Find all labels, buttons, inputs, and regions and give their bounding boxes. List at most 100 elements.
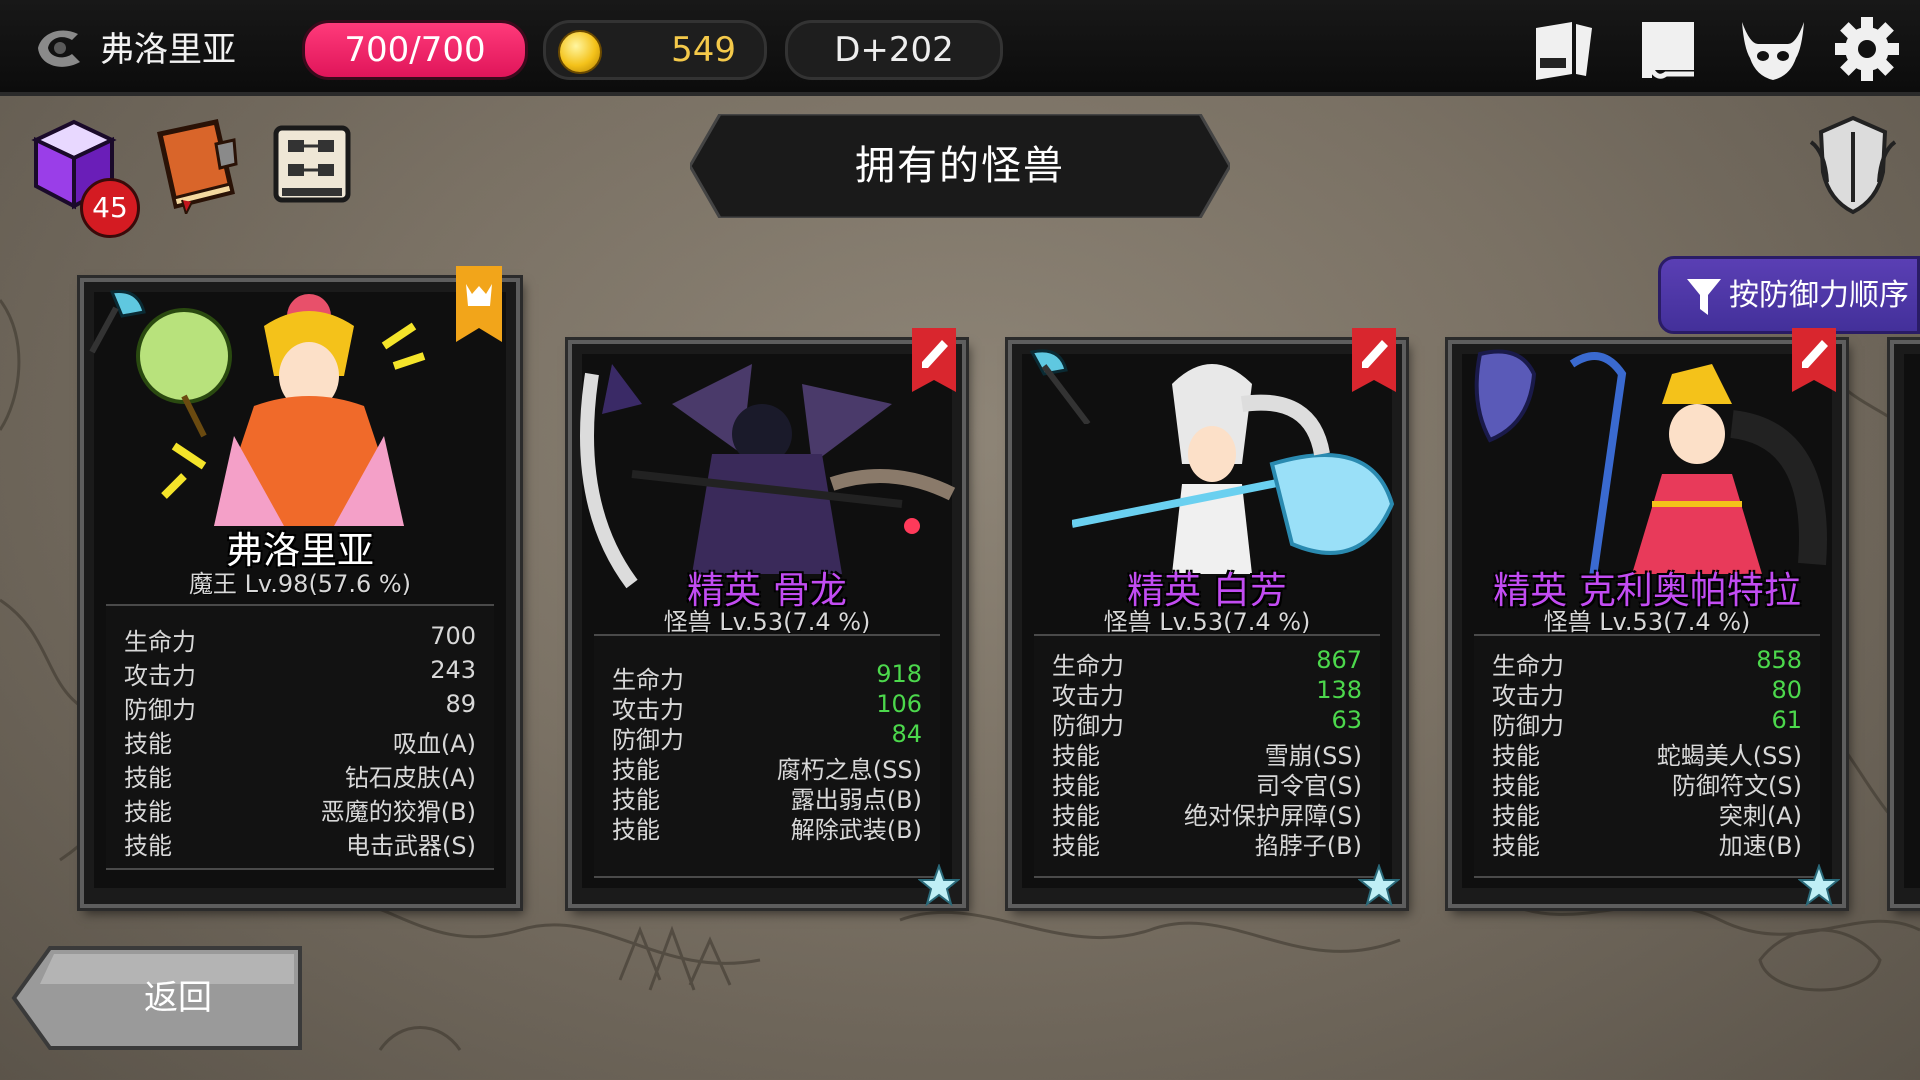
stat-value: 恶魔的狡猾(B) xyxy=(320,798,476,826)
settings-button[interactable] xyxy=(1830,14,1904,84)
stat-row: 生命力 867 xyxy=(1052,646,1362,680)
stat-value: 80 xyxy=(1771,676,1802,704)
monster-level: 魔王 Lv.98(57.6 %) xyxy=(188,570,412,598)
monster-level: 怪兽 Lv.53(7.4 %) xyxy=(1103,608,1311,636)
stat-panel: 生命力 918 攻击力 106 防御力 84 技能 腐朽之息(SS) 技能 露出弱点(B)… xyxy=(594,634,940,878)
book-icon xyxy=(157,119,238,217)
shield-wings-button[interactable] xyxy=(1805,112,1901,216)
stat-value: 掐脖子(B) xyxy=(1254,832,1362,860)
pen-ribbon-icon xyxy=(912,328,956,392)
stat-row: 技能 钻石皮肤(A) xyxy=(124,758,476,792)
stat-value: 138 xyxy=(1316,676,1362,704)
stat-panel: 生命力 858 攻击力 80 防御力 61 技能 蛇蝎美人(SS) 技能 防御符文(S) … xyxy=(1474,634,1820,878)
stat-row: 技能 腐朽之息(SS) xyxy=(612,750,922,784)
stat-value: 钻石皮肤(A) xyxy=(344,764,476,792)
leader-monster-sprite xyxy=(136,294,426,526)
stat-value: 61 xyxy=(1771,706,1802,734)
stat-label: 技能 xyxy=(124,730,172,758)
monster-card-partial[interactable] xyxy=(1890,340,1920,908)
pen-ribbon-icon xyxy=(1792,328,1836,392)
stat-value: 700 xyxy=(430,622,476,650)
stat-value: 加速(B) xyxy=(1718,832,1802,860)
player-name: 弗洛里亚 xyxy=(100,30,236,70)
gold-amount: 549 xyxy=(671,30,736,70)
gold-counter: 549 xyxy=(543,20,767,80)
monster-level: 怪兽 Lv.53(7.4 %) xyxy=(1543,608,1751,636)
stat-value: 858 xyxy=(1756,646,1802,674)
stat-row: 技能 蛇蝎美人(SS) xyxy=(1492,736,1802,770)
stat-value: 解除武装(B) xyxy=(790,816,922,844)
stat-row: 技能 加速(B) xyxy=(1492,826,1802,860)
stat-row: 技能 防御符文(S) xyxy=(1492,766,1802,800)
scroll-icon xyxy=(1642,22,1694,79)
stat-label: 生命力 xyxy=(124,628,196,656)
stat-row: 技能 恶魔的狡猾(B) xyxy=(124,792,476,826)
stat-label: 技能 xyxy=(612,816,660,844)
stat-label: 攻击力 xyxy=(124,662,196,690)
stat-row: 防御力 89 xyxy=(124,690,476,724)
stat-value: 89 xyxy=(445,690,476,718)
leader-ribbon-icon xyxy=(456,266,502,342)
snowflake-star-icon xyxy=(1358,864,1400,906)
monster-card-leader[interactable]: 弗洛里亚 魔王 Lv.98(57.6 %) 生命力 700 攻击力 243 防御力 8… xyxy=(80,266,520,908)
hp-counter: 700/700 xyxy=(302,20,528,80)
stat-value: 106 xyxy=(876,690,922,718)
stat-row: 技能 吸血(A) xyxy=(124,724,476,758)
monster-card[interactable]: 精英 克利奥帕特拉 怪兽 Lv.53(7.4 %) 生命力 858 攻击力 80 防… xyxy=(1448,328,1846,908)
monster-card[interactable]: 精英 骨龙 怪兽 Lv.53(7.4 %) 生命力 918 攻击力 106 防御力 8… xyxy=(568,328,966,908)
monster-level: 怪兽 Lv.53(7.4 %) xyxy=(663,608,871,636)
snowflake-star-icon xyxy=(918,864,960,906)
stat-panel: 生命力 700 攻击力 243 防御力 89 技能 吸血(A) 技能 钻石皮肤(A) 技能… xyxy=(106,604,494,870)
stat-row: 攻击力 80 xyxy=(1492,676,1802,710)
stat-label: 技能 xyxy=(1052,832,1100,860)
demon-menu-button[interactable] xyxy=(1736,14,1810,84)
page-title: 拥有的怪兽 xyxy=(855,143,1065,189)
spellbook-button[interactable] xyxy=(146,114,246,217)
stat-label: 技能 xyxy=(124,798,172,826)
bone-dragon-sprite xyxy=(580,364,956,589)
top-bar: 弗洛里亚 700/700 549 D+202 xyxy=(0,0,1920,96)
stat-label: 技能 xyxy=(124,832,172,860)
stat-row: 生命力 918 xyxy=(612,660,922,694)
scroll-button[interactable] xyxy=(1632,14,1706,84)
demon-skull-icon xyxy=(1742,22,1804,80)
stat-row: 生命力 858 xyxy=(1492,646,1802,680)
gold-coin-icon xyxy=(558,30,602,74)
stat-row: 技能 雪崩(SS) xyxy=(1052,736,1362,770)
stat-value: 84 xyxy=(891,720,922,748)
stat-row: 攻击力 243 xyxy=(124,656,476,690)
monster-card[interactable]: 精英 白芳 怪兽 Lv.53(7.4 %) 生命力 867 攻击力 138 防御力 6… xyxy=(1008,328,1406,908)
stat-value: 吸血(A) xyxy=(392,730,476,758)
stat-value: 918 xyxy=(876,660,922,688)
stat-label: 技能 xyxy=(124,764,172,792)
pen-ribbon-icon xyxy=(1352,328,1396,392)
stat-row: 防御力 61 xyxy=(1492,706,1802,740)
stat-label: 防御力 xyxy=(124,696,196,724)
gear-icon xyxy=(1835,17,1899,81)
book-icon xyxy=(1536,22,1592,80)
stat-row: 防御力 84 xyxy=(612,720,922,754)
stat-value: 243 xyxy=(430,656,476,684)
stat-row: 技能 露出弱点(B) xyxy=(612,780,922,814)
stat-label: 技能 xyxy=(1492,832,1540,860)
stat-row: 攻击力 106 xyxy=(612,690,922,724)
stat-row: 攻击力 138 xyxy=(1052,676,1362,710)
stat-row: 生命力 700 xyxy=(124,622,476,656)
day-counter: D+202 xyxy=(785,20,1003,80)
stat-row: 技能 突刺(A) xyxy=(1492,796,1802,830)
stat-panel: 生命力 867 攻击力 138 防御力 63 技能 雪崩(SS) 技能 司令官(S) 技能… xyxy=(1034,634,1380,878)
stat-row: 技能 电击武器(S) xyxy=(124,826,476,860)
cube-count-badge: 45 xyxy=(80,178,140,238)
back-label: 返回 xyxy=(144,978,212,1018)
demon-emblem-icon xyxy=(38,30,80,67)
stat-row: 技能 掐脖子(B) xyxy=(1052,826,1362,860)
map-scroll-button[interactable] xyxy=(262,114,362,214)
scroll-map-icon xyxy=(273,125,351,203)
sort-button[interactable]: 按防御力顺序 xyxy=(1658,256,1920,334)
stat-row: 防御力 63 xyxy=(1052,706,1362,740)
sort-label: 按防御力顺序 xyxy=(1729,278,1909,313)
stat-value: 867 xyxy=(1316,646,1362,674)
snowflake-star-icon xyxy=(1798,864,1840,906)
card-body xyxy=(1904,354,1920,888)
journal-button[interactable] xyxy=(1528,14,1602,84)
